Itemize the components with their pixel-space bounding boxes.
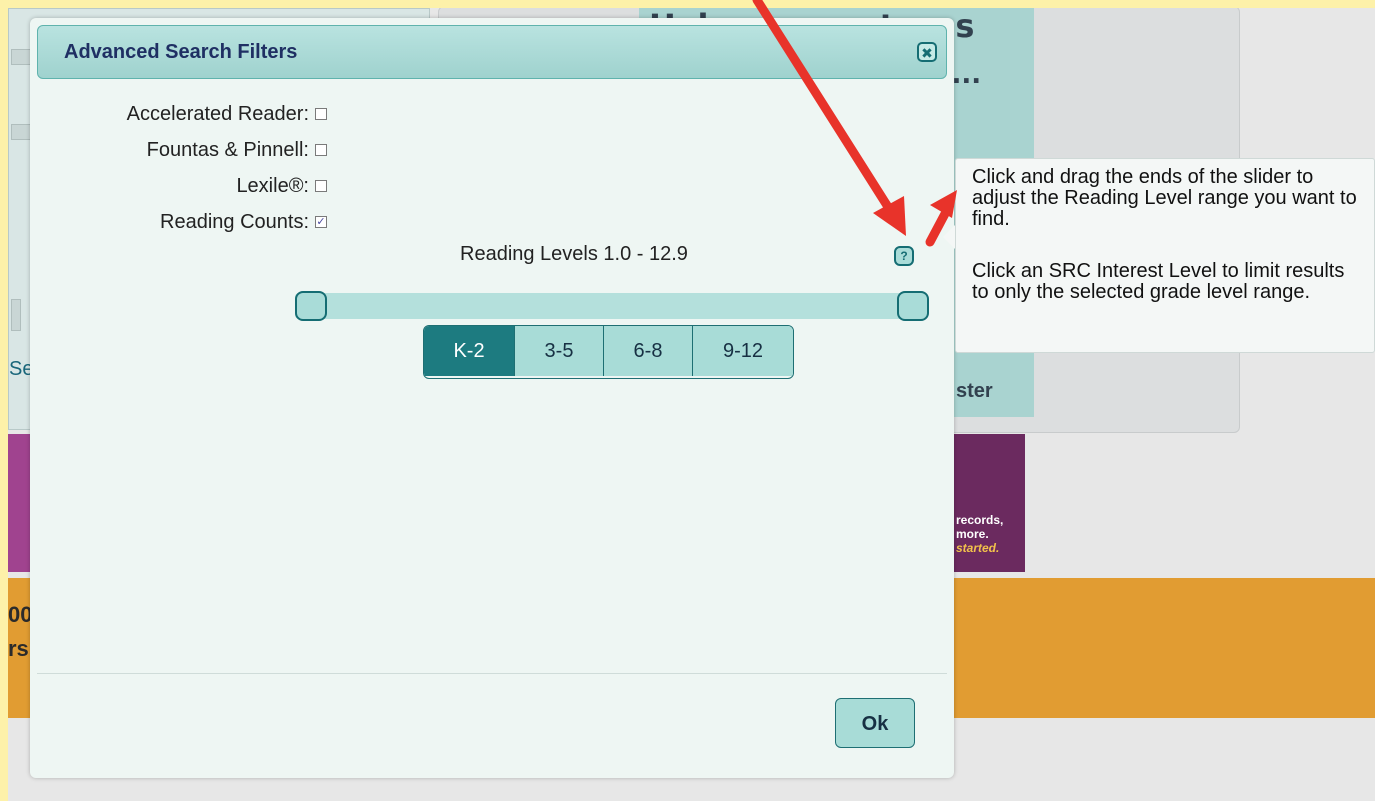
filter-accelerated-reader[interactable]: Accelerated Reader: [127,102,327,126]
filter-label: Accelerated Reader: [126,102,309,125]
filter-lexile[interactable]: Lexile®: [236,174,327,198]
reading-level-slider-track[interactable] [295,293,928,319]
grade-9-12-button[interactable]: 9-12 [693,326,793,376]
background-ster-text: ster [956,380,993,402]
filter-label: Fountas & Pinnell: [146,138,309,161]
slider-low-handle[interactable] [295,291,327,321]
interest-level-group: K-2 3-5 6-8 9-12 [423,325,794,379]
reading-levels-label: Reading Levels 1.0 - 12.9 [460,243,688,265]
filter-fountas-pinnell[interactable]: Fountas & Pinnell: [147,138,327,162]
dialog-title: Advanced Search Filters [64,41,298,63]
background-row [11,299,21,331]
grade-k-2-button[interactable]: K-2 [424,326,515,376]
purple-line: started. [956,541,1000,555]
help-icon[interactable]: ? [894,246,914,266]
reading-counts-checkbox[interactable]: ✓ [315,216,327,228]
purple-line: more. [956,527,989,541]
orange-line: rs [8,636,29,661]
purple-line: records, [956,513,1004,527]
slider-high-handle[interactable] [897,291,929,321]
grade-3-5-button[interactable]: 3-5 [515,326,604,376]
tooltip-paragraph-1: Click and drag the ends of the slider to… [972,166,1357,230]
grade-6-8-button[interactable]: 6-8 [604,326,693,376]
dialog-footer-divider [37,673,947,674]
orange-line: 00 [8,602,33,627]
close-icon[interactable]: ✖ [917,42,937,62]
filter-label: Lexile®: [236,174,309,197]
filter-reading-counts[interactable]: Reading Counts: ✓ [160,210,327,234]
accelerated-reader-checkbox[interactable] [315,108,327,120]
advanced-search-dialog: Advanced Search Filters ✖ Accelerated Re… [30,18,954,778]
lexile-checkbox[interactable] [315,180,327,192]
dialog-titlebar: Advanced Search Filters ✖ [37,25,947,79]
ok-button[interactable]: Ok [835,698,915,748]
background-purple-text: records, more. started. [956,513,1003,555]
background-orange-text: 00 rs [8,598,32,666]
help-tooltip: Click and drag the ends of the slider to… [955,158,1375,353]
tooltip-pointer [943,225,955,249]
tooltip-paragraph-2: Click an SRC Interest Level to limit res… [972,260,1345,303]
fountas-pinnell-checkbox[interactable] [315,144,327,156]
filter-label: Reading Counts: [160,210,309,233]
